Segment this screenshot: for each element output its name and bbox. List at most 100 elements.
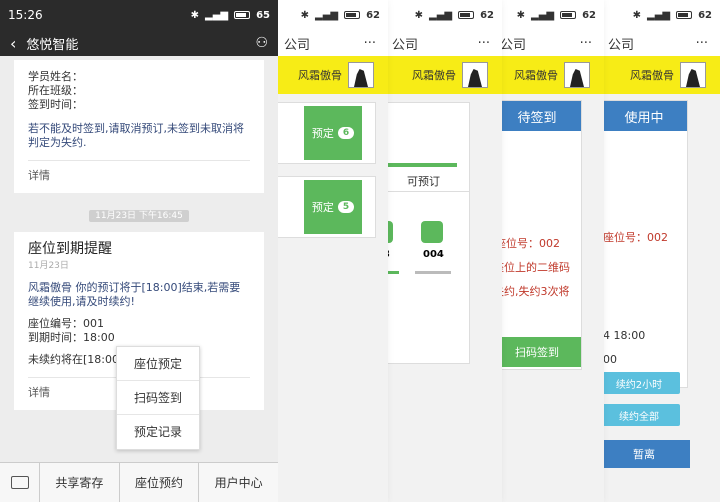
more-icon[interactable]: ···: [580, 36, 592, 51]
battery-icon: [676, 11, 693, 19]
renew-2h-button[interactable]: 续约2小时: [602, 372, 680, 394]
more-icon[interactable]: ···: [696, 36, 708, 51]
bluetooth-icon: ✱: [190, 9, 199, 21]
user-name: 风霜傲骨: [630, 69, 674, 82]
seat-icon[interactable]: [421, 221, 443, 243]
battery-level: 62: [480, 9, 494, 21]
phone-screen-pending-signin: ✱ ▂▄▆ 62 公司 ··· 风霜傲骨 待签到 座位号：002 座位上的二维码 失…: [494, 0, 604, 502]
avatar: [348, 62, 374, 88]
bluetooth-icon: ✱: [300, 9, 309, 21]
user-name: 风霜傲骨: [298, 69, 342, 82]
signin-time-label: 签到时间：: [28, 98, 83, 111]
count-badge: 6: [337, 127, 355, 139]
keyboard-toggle-button[interactable]: [0, 463, 40, 502]
phone-screen-in-use: ✱ ▂▄▆ 62 公司 ··· 风霜傲骨 使用中 座位号：002 4 18:00 0…: [602, 0, 720, 502]
divider: [28, 160, 250, 161]
renew-all-button[interactable]: 续约全部: [602, 404, 680, 426]
battery-level: 62: [582, 9, 596, 21]
more-icon[interactable]: ···: [478, 36, 490, 51]
profile-icon[interactable]: ⚇: [255, 35, 268, 51]
menu-item-scan-signin[interactable]: 扫码签到: [117, 381, 199, 415]
menu-item-seat-booking[interactable]: 座位预定: [117, 347, 199, 381]
scan-signin-button[interactable]: 扫码签到: [494, 337, 581, 367]
expiry-message: 风霜傲骨 你的预订将于[18:00]结束,若需要继续使用,请及时续约!: [28, 281, 241, 308]
expiry-time: 到期时间：18:00: [28, 331, 115, 344]
status-header: 待签到: [494, 101, 581, 131]
battery-level: 62: [366, 9, 380, 21]
status-bar: ✱ ▂▄▆ 62: [386, 0, 502, 30]
status-time: 15:26: [8, 8, 43, 22]
battery-icon: [458, 11, 475, 19]
menu-tab-user-center[interactable]: 用户中心: [199, 463, 278, 502]
user-name: 风霜傲骨: [412, 69, 456, 82]
message-timestamp: 11月23日 下午16:45: [0, 203, 278, 222]
user-banner: 风霜傲骨: [494, 56, 604, 94]
menu-item-booking-records[interactable]: 预定记录: [117, 415, 199, 449]
content-area: 预定 6 预定 5: [278, 94, 388, 502]
user-banner: 风霜傲骨: [278, 56, 388, 94]
menu-tab-seat-booking[interactable]: 座位预约: [120, 463, 200, 502]
phone-screen-seat-map: ✱ ▂▄▆ 62 公司 ··· 风霜傲骨 可预订 3 004: [386, 0, 502, 502]
seat-map-card: 可预订 3 004: [386, 102, 470, 364]
end-time-2: 00: [603, 353, 617, 366]
book-button[interactable]: 预定 5: [304, 180, 362, 234]
status-bar: ✱ ▂▄▆ 62: [278, 0, 388, 30]
page-title: 公司: [608, 37, 635, 53]
seat-number: 座位号：002: [603, 231, 668, 244]
detail-link[interactable]: 详情: [28, 386, 50, 399]
content-area: 待签到 座位号：002 座位上的二维码 失约,失约3次将 扫码签到: [494, 94, 604, 502]
chat-navbar: ‹ 悠悦智能 ⚇: [0, 30, 278, 56]
status-card: 使用中 座位号：002 4 18:00 00: [602, 100, 688, 388]
signal-icon: ▂▄▆: [315, 9, 339, 21]
signal-icon: ▂▄▆: [205, 9, 229, 21]
page-title: 公司: [500, 37, 527, 53]
menu-tab-storage[interactable]: 共享寄存: [40, 463, 120, 502]
battery-level: 62: [698, 9, 712, 21]
chat-title: 悠悦智能: [26, 37, 79, 53]
seat-label: 004: [423, 249, 444, 260]
user-name: 风霜傲骨: [514, 69, 558, 82]
available-bar: [386, 163, 457, 167]
qr-instruction: 座位上的二维码: [494, 261, 570, 274]
avatar: [462, 62, 488, 88]
signal-icon: ▂▄▆: [531, 9, 555, 21]
status-bar: 15:26 ✱ ▂▄▆ 65: [0, 0, 278, 30]
page-titlebar: 公司 ···: [386, 30, 502, 56]
no-show-warning: 失约,失约3次将: [494, 285, 570, 298]
count-badge: 5: [337, 201, 355, 213]
phone-screen-messages: 15:26 ✱ ▂▄▆ 65 ‹ 悠悦智能 ⚇ 学员姓名： 所在班级： 签到时间…: [0, 0, 278, 502]
detail-link[interactable]: 详情: [28, 169, 50, 182]
seat-number: 座位号：002: [495, 237, 560, 250]
user-banner: 风霜傲骨: [602, 56, 720, 94]
more-icon[interactable]: ···: [364, 36, 376, 51]
book-button[interactable]: 预定 6: [304, 106, 362, 160]
card-title: 座位到期提醒: [28, 241, 112, 257]
class-label: 所在班级：: [28, 84, 83, 97]
battery-icon: [344, 11, 361, 19]
away-button[interactable]: 暂离: [602, 440, 690, 468]
page-titlebar: 公司 ···: [602, 30, 720, 56]
user-banner: 风霜傲骨: [386, 56, 502, 94]
page-titlebar: 公司 ···: [278, 30, 388, 56]
battery-icon: [234, 11, 251, 19]
student-name-label: 学员姓名：: [28, 70, 83, 83]
signal-icon: ▂▄▆: [647, 9, 671, 21]
seat-status-bar: [415, 271, 451, 274]
signin-notice-card[interactable]: 学员姓名： 所在班级： 签到时间： 若不能及时签到,请取消预订,未签到未取消将判…: [14, 60, 264, 193]
avatar: [564, 62, 590, 88]
keyboard-icon: [10, 476, 29, 489]
back-icon[interactable]: ‹: [10, 34, 16, 53]
submenu-popup: 座位预定 扫码签到 预定记录: [116, 346, 200, 450]
content-area: 使用中 座位号：002 4 18:00 00 续约2小时 续约全部 暂离: [602, 94, 720, 502]
page-title: 公司: [392, 37, 419, 53]
available-label: 可预订: [407, 175, 440, 188]
bluetooth-icon: ✱: [516, 9, 525, 21]
battery-icon: [560, 11, 577, 19]
divider: [386, 191, 469, 192]
bottom-menu-bar: 共享寄存 座位预约 用户中心: [0, 462, 278, 502]
avatar: [680, 62, 706, 88]
status-bar: ✱ ▂▄▆ 62: [602, 0, 720, 30]
status-card: 待签到 座位号：002 座位上的二维码 失约,失约3次将 扫码签到: [494, 100, 582, 370]
page-title: 公司: [284, 37, 311, 53]
page-titlebar: 公司 ···: [494, 30, 604, 56]
